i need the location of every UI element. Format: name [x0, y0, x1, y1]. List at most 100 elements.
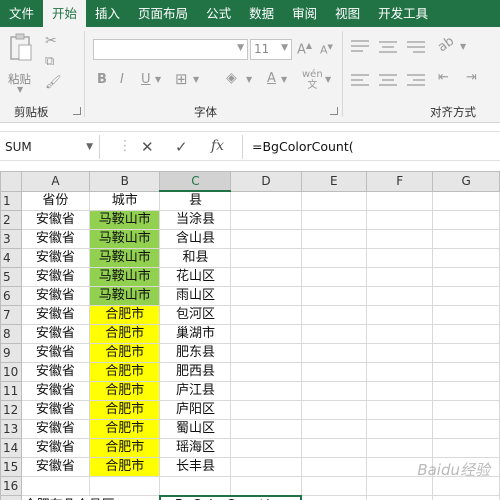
column-header-a[interactable]: A — [20, 171, 91, 192]
cell[interactable] — [366, 362, 434, 382]
cell[interactable] — [432, 248, 500, 268]
cell[interactable] — [432, 343, 500, 363]
cell[interactable] — [366, 343, 434, 363]
cell[interactable] — [230, 381, 302, 401]
county-cell[interactable]: 当涂县 — [159, 210, 232, 230]
cell[interactable] — [230, 210, 302, 230]
cell[interactable] — [432, 324, 500, 344]
province-cell[interactable]: 安徽省 — [20, 286, 91, 306]
cell[interactable] — [366, 381, 434, 401]
italic-button[interactable]: I — [120, 72, 124, 87]
county-cell[interactable]: 巢湖市 — [159, 324, 232, 344]
city-cell[interactable]: 合肥市 — [89, 381, 161, 401]
cell[interactable] — [366, 495, 434, 500]
header-cell[interactable]: 县 — [159, 190, 232, 211]
tab-ribbon-5[interactable]: 数据 — [240, 0, 283, 27]
cell[interactable] — [300, 248, 368, 268]
cell[interactable] — [432, 305, 500, 325]
cell[interactable] — [300, 400, 368, 420]
cell[interactable] — [366, 400, 434, 420]
cell[interactable] — [432, 210, 500, 230]
cell[interactable] — [230, 248, 302, 268]
cell[interactable] — [20, 476, 91, 496]
font-launcher-icon[interactable] — [330, 107, 338, 115]
row-header-7[interactable]: 7 — [0, 305, 22, 325]
cell[interactable] — [230, 190, 302, 211]
row-header-5[interactable]: 5 — [0, 267, 22, 287]
cell[interactable] — [432, 286, 500, 306]
row-header-3[interactable]: 3 — [0, 229, 22, 249]
cell[interactable] — [432, 190, 500, 211]
cell[interactable] — [432, 229, 500, 249]
cell[interactable] — [432, 267, 500, 287]
cell[interactable] — [366, 305, 434, 325]
cell[interactable] — [432, 438, 500, 458]
cell[interactable] — [230, 324, 302, 344]
column-header-d[interactable]: D — [230, 171, 302, 192]
county-cell[interactable]: 雨山区 — [159, 286, 232, 306]
cell[interactable] — [366, 324, 434, 344]
province-cell[interactable]: 安徽省 — [20, 400, 91, 420]
county-cell[interactable]: 长丰县 — [159, 457, 232, 477]
active-cell-editing[interactable]: =BgColorCount( — [158, 494, 303, 500]
row-header-17[interactable]: 17 — [0, 495, 22, 500]
county-cell[interactable]: 肥东县 — [159, 343, 232, 363]
cell[interactable] — [300, 495, 368, 500]
cell[interactable] — [300, 343, 368, 363]
cell[interactable] — [230, 400, 302, 420]
cell[interactable] — [300, 190, 368, 211]
row-header-11[interactable]: 11 — [0, 381, 22, 401]
cell[interactable] — [366, 248, 434, 268]
cell[interactable] — [230, 305, 302, 325]
cell[interactable] — [300, 286, 368, 306]
county-cell[interactable]: 肥西县 — [159, 362, 232, 382]
cell[interactable] — [300, 438, 368, 458]
row-header-14[interactable]: 14 — [0, 438, 22, 458]
province-cell[interactable]: 安徽省 — [20, 305, 91, 325]
cell[interactable] — [366, 190, 434, 211]
align-middle-icon[interactable] — [378, 39, 398, 55]
cell[interactable] — [366, 210, 434, 230]
borders-icon[interactable]: ⊞ — [175, 70, 188, 88]
column-header-b[interactable]: B — [89, 171, 161, 192]
cell[interactable] — [432, 495, 500, 500]
cancel-icon[interactable]: ✕ — [141, 138, 154, 156]
paste-button[interactable]: 粘贴 ▼ — [6, 33, 36, 94]
cell[interactable] — [432, 476, 500, 496]
font-color-icon[interactable]: A — [267, 71, 276, 86]
cell[interactable] — [230, 438, 302, 458]
cell[interactable] — [300, 381, 368, 401]
province-cell[interactable]: 安徽省 — [20, 229, 91, 249]
column-header-f[interactable]: F — [366, 171, 434, 192]
cell[interactable] — [432, 457, 500, 477]
orientation-icon[interactable]: ab — [435, 34, 457, 56]
county-cell[interactable]: 包河区 — [159, 305, 232, 325]
city-cell[interactable]: 马鞍山市 — [89, 210, 161, 230]
county-cell[interactable]: 含山县 — [159, 229, 232, 249]
city-cell[interactable]: 合肥市 — [89, 305, 161, 325]
cell[interactable] — [300, 457, 368, 477]
cell[interactable] — [300, 210, 368, 230]
row-header-15[interactable]: 15 — [0, 457, 22, 477]
phonetic-guide-icon[interactable]: wén 文 — [302, 69, 323, 91]
row-header-12[interactable]: 12 — [0, 400, 22, 420]
row-header-16[interactable]: 16 — [0, 476, 22, 496]
underline-button[interactable]: U — [141, 72, 151, 87]
tab-ribbon-6[interactable]: 审阅 — [283, 0, 326, 27]
font-name-box[interactable]: ▼ — [93, 39, 248, 60]
align-left-icon[interactable] — [350, 72, 370, 88]
tab-file[interactable]: 文件 — [0, 0, 43, 27]
city-cell[interactable]: 合肥市 — [89, 324, 161, 344]
cell[interactable] — [230, 419, 302, 439]
cell[interactable] — [230, 267, 302, 287]
tab-ribbon-2[interactable]: 插入 — [86, 0, 129, 27]
cell[interactable] — [300, 362, 368, 382]
city-cell[interactable]: 马鞍山市 — [89, 248, 161, 268]
cell[interactable] — [432, 419, 500, 439]
format-painter-icon[interactable]: 🖌 — [45, 75, 62, 90]
cell[interactable] — [366, 419, 434, 439]
cut-icon[interactable]: ✂ — [45, 33, 57, 49]
column-header-g[interactable]: G — [432, 171, 500, 192]
county-cell[interactable]: 花山区 — [159, 267, 232, 287]
enter-icon[interactable]: ✓ — [175, 138, 188, 156]
